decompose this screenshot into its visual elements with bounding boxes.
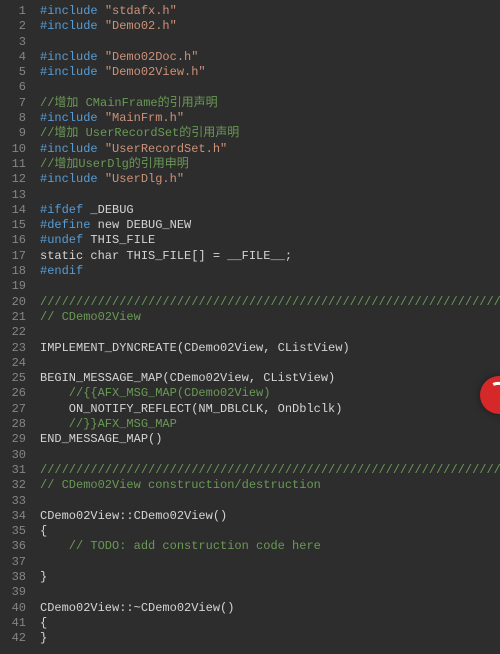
code-line[interactable] (40, 585, 500, 600)
line-number: 25 (0, 371, 32, 386)
code-line[interactable] (40, 555, 500, 570)
code-line[interactable]: #undef THIS_FILE (40, 233, 500, 248)
code-line[interactable]: ////////////////////////////////////////… (40, 295, 500, 310)
line-number-gutter: 1234567891011121314151617181920212223242… (0, 0, 32, 646)
code-editor[interactable]: 1234567891011121314151617181920212223242… (0, 0, 500, 654)
code-line[interactable]: CDemo02View::CDemo02View() (40, 509, 500, 524)
code-area[interactable]: #include "stdafx.h"#include "Demo02.h" #i… (40, 0, 500, 646)
line-number: 1 (0, 4, 32, 19)
line-number: 30 (0, 448, 32, 463)
code-line[interactable]: //{{AFX_MSG_MAP(CDemo02View) (40, 386, 500, 401)
code-line[interactable]: #include "Demo02.h" (40, 19, 500, 34)
line-number: 15 (0, 218, 32, 233)
line-number: 18 (0, 264, 32, 279)
code-line[interactable]: // TODO: add construction code here (40, 539, 500, 554)
code-line[interactable]: #include "MainFrm.h" (40, 111, 500, 126)
code-line[interactable]: CDemo02View::~CDemo02View() (40, 601, 500, 616)
line-number: 21 (0, 310, 32, 325)
code-line[interactable] (40, 80, 500, 95)
code-line[interactable]: #endif (40, 264, 500, 279)
code-line[interactable]: // CDemo02View construction/destruction (40, 478, 500, 493)
line-number: 36 (0, 539, 32, 554)
code-line[interactable]: //增加 CMainFrame的引用声明 (40, 96, 500, 111)
line-number: 32 (0, 478, 32, 493)
line-number: 11 (0, 157, 32, 172)
code-line[interactable] (40, 188, 500, 203)
code-line[interactable] (40, 448, 500, 463)
line-number: 42 (0, 631, 32, 646)
code-line[interactable]: IMPLEMENT_DYNCREATE(CDemo02View, CListVi… (40, 341, 500, 356)
code-line[interactable]: END_MESSAGE_MAP() (40, 432, 500, 447)
line-number: 9 (0, 126, 32, 141)
line-number: 26 (0, 386, 32, 401)
code-line[interactable]: { (40, 616, 500, 631)
code-line[interactable] (40, 325, 500, 340)
code-line[interactable]: //增加 UserRecordSet的引用声明 (40, 126, 500, 141)
line-number: 19 (0, 279, 32, 294)
code-line[interactable] (40, 356, 500, 371)
code-line[interactable] (40, 279, 500, 294)
line-number: 31 (0, 463, 32, 478)
line-number: 35 (0, 524, 32, 539)
line-number: 3 (0, 35, 32, 50)
line-number: 39 (0, 585, 32, 600)
code-line[interactable]: // CDemo02View (40, 310, 500, 325)
line-number: 22 (0, 325, 32, 340)
line-number: 17 (0, 249, 32, 264)
code-line[interactable]: ////////////////////////////////////////… (40, 463, 500, 478)
code-line[interactable]: #include "Demo02Doc.h" (40, 50, 500, 65)
line-number: 37 (0, 555, 32, 570)
line-number: 40 (0, 601, 32, 616)
line-number: 14 (0, 203, 32, 218)
code-line[interactable]: } (40, 570, 500, 585)
code-line[interactable]: } (40, 631, 500, 646)
line-number: 10 (0, 142, 32, 157)
line-number: 6 (0, 80, 32, 95)
code-line[interactable]: #ifdef _DEBUG (40, 203, 500, 218)
line-number: 24 (0, 356, 32, 371)
line-number: 41 (0, 616, 32, 631)
code-line[interactable]: #include "stdafx.h" (40, 4, 500, 19)
line-number: 4 (0, 50, 32, 65)
line-number: 33 (0, 494, 32, 509)
code-line[interactable]: #define new DEBUG_NEW (40, 218, 500, 233)
line-number: 23 (0, 341, 32, 356)
line-number: 16 (0, 233, 32, 248)
line-number: 20 (0, 295, 32, 310)
code-line[interactable]: { (40, 524, 500, 539)
line-number: 13 (0, 188, 32, 203)
code-line[interactable]: static char THIS_FILE[] = __FILE__; (40, 249, 500, 264)
line-number: 34 (0, 509, 32, 524)
code-line[interactable] (40, 494, 500, 509)
line-number: 12 (0, 172, 32, 187)
line-number: 27 (0, 402, 32, 417)
line-number: 38 (0, 570, 32, 585)
line-number: 5 (0, 65, 32, 80)
line-number: 2 (0, 19, 32, 34)
code-line[interactable]: //}}AFX_MSG_MAP (40, 417, 500, 432)
line-number: 28 (0, 417, 32, 432)
code-line[interactable] (40, 35, 500, 50)
line-number: 29 (0, 432, 32, 447)
code-line[interactable]: #include "UserDlg.h" (40, 172, 500, 187)
line-number: 7 (0, 96, 32, 111)
code-line[interactable]: #include "UserRecordSet.h" (40, 142, 500, 157)
code-line[interactable]: #include "Demo02View.h" (40, 65, 500, 80)
code-line[interactable]: ON_NOTIFY_REFLECT(NM_DBLCLK, OnDblclk) (40, 402, 500, 417)
line-number: 8 (0, 111, 32, 126)
code-line[interactable]: //增加UserDlg的引用申明 (40, 157, 500, 172)
code-line[interactable]: BEGIN_MESSAGE_MAP(CDemo02View, CListView… (40, 371, 500, 386)
